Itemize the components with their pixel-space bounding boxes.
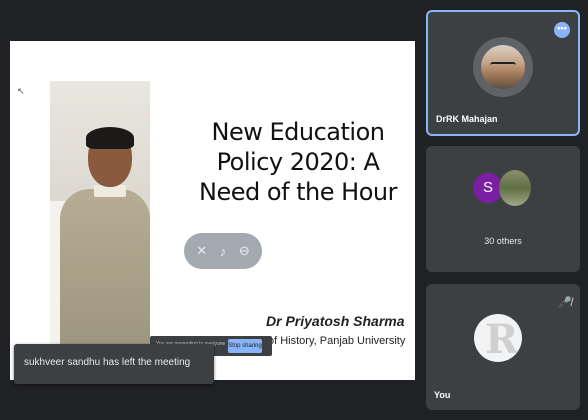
- presentation-controls: ✕ ♪ ⊖: [184, 233, 262, 269]
- volume-off-icon[interactable]: ♪: [220, 244, 227, 259]
- slide-author: Dr Priyatosh Sharma: [266, 313, 405, 329]
- avatar: R: [474, 314, 522, 362]
- slide-affiliation: of History, Panjab University: [268, 335, 406, 347]
- pin-off-icon[interactable]: ✕: [196, 243, 207, 259]
- speaker-photo: [50, 81, 150, 351]
- more-options-icon[interactable]: •••: [554, 22, 570, 38]
- stop-sharing-button[interactable]: Stop sharing: [228, 339, 262, 353]
- avatar-photo: [499, 170, 531, 206]
- mic-off-icon: 🎤̸: [558, 297, 572, 309]
- participant-tile-drrk-mahajan[interactable]: ••• DrRK Mahajan: [426, 10, 580, 136]
- remove-icon[interactable]: ⊖: [239, 243, 250, 259]
- others-count-label: 30 others: [484, 236, 522, 246]
- participant-name: DrRK Mahajan: [436, 114, 498, 124]
- presentation-stage: ↖ New Education Policy 2020: A Need of t…: [10, 41, 415, 380]
- notification-toast: sukhveer sandhu has left the meeting: [14, 344, 214, 384]
- mouse-cursor-icon: ↖: [17, 86, 25, 96]
- participant-name: You: [434, 390, 451, 400]
- participant-tile-you[interactable]: 🎤̸ R You: [426, 284, 580, 410]
- avatar: [481, 45, 525, 89]
- slide-title: New Education Policy 2020: A Need of the…: [199, 118, 397, 206]
- participant-tile-others[interactable]: S 30 others: [426, 146, 580, 272]
